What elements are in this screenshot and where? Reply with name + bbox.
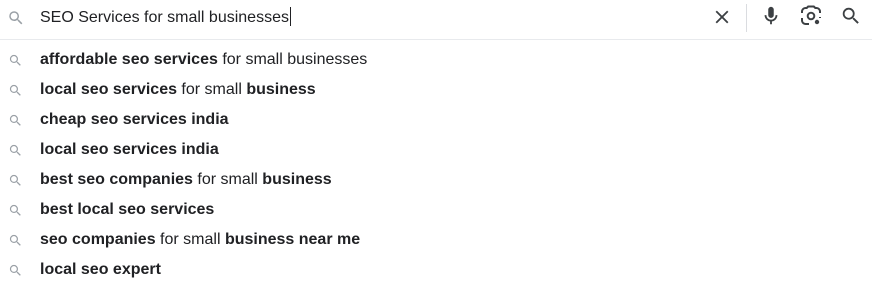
suggestion-completion-text: best local seo services xyxy=(40,201,215,218)
voice-search-button[interactable] xyxy=(758,5,784,31)
search-submit-button[interactable] xyxy=(838,5,864,31)
suggestion-completion-text: local seo services xyxy=(40,81,177,98)
search-icon xyxy=(8,173,23,188)
suggestion-matched-text: for small xyxy=(176,81,247,98)
search-icon xyxy=(8,113,23,128)
suggestion-completion-text: cheap seo services india xyxy=(40,111,229,128)
toolbar-divider xyxy=(746,4,747,32)
text-caret xyxy=(289,6,291,26)
search-icon xyxy=(8,53,23,68)
search-input[interactable]: SEO Services for small businesses xyxy=(40,6,291,29)
suggestion-text: local seo services india xyxy=(40,140,219,160)
search-query-text: SEO Services for small businesses xyxy=(40,9,289,26)
suggestion-text: cheap seo services india xyxy=(40,110,229,130)
suggestion-text: best local seo services xyxy=(40,200,214,220)
suggestion-item[interactable]: seo companies for small business near me xyxy=(0,225,872,255)
microphone-icon xyxy=(760,5,782,32)
suggestion-completion-text: best seo companies xyxy=(40,171,193,188)
suggestion-completion-text: local seo expert xyxy=(40,261,161,278)
suggestion-text: affordable seo services for small busine… xyxy=(40,50,367,70)
suggestion-item[interactable]: best local seo services xyxy=(0,195,872,225)
search-icon xyxy=(7,9,25,27)
search-icon xyxy=(840,5,862,32)
search-box[interactable]: SEO Services for small businesses xyxy=(0,0,872,40)
suggestion-completion-text: local seo services india xyxy=(40,141,219,158)
suggestion-text: best seo companies for small business xyxy=(40,170,332,190)
suggestion-completion-text: affordable seo services xyxy=(40,51,218,68)
suggestion-completion-text: business xyxy=(262,171,332,188)
search-icon xyxy=(8,233,23,248)
search-icon xyxy=(8,203,23,218)
suggestion-text: local seo services for small business xyxy=(40,80,316,100)
suggestion-item[interactable]: local seo expert xyxy=(0,255,872,285)
suggestion-item[interactable]: local seo services india xyxy=(0,135,872,165)
clear-button[interactable] xyxy=(709,6,735,32)
suggestion-completion-text: business xyxy=(246,81,316,98)
search-icon xyxy=(8,263,23,278)
suggestion-item[interactable]: cheap seo services india xyxy=(0,105,872,135)
suggestion-item[interactable]: affordable seo services for small busine… xyxy=(0,45,872,75)
suggestion-text: local seo expert xyxy=(40,260,161,280)
suggestion-list: affordable seo services for small busine… xyxy=(0,45,872,285)
suggestion-matched-text: for small xyxy=(155,231,225,248)
image-search-button[interactable] xyxy=(797,5,825,31)
suggestion-matched-text: for small xyxy=(192,171,263,188)
suggestion-completion-text: business near me xyxy=(224,231,361,248)
suggestion-text: seo companies for small business near me xyxy=(40,230,360,250)
suggestion-matched-text: for small businesses xyxy=(217,51,368,68)
close-icon xyxy=(711,6,733,33)
search-icon xyxy=(8,83,23,98)
suggestion-item[interactable]: local seo services for small business xyxy=(0,75,872,105)
google-lens-icon xyxy=(799,4,823,33)
suggestion-completion-text: seo companies xyxy=(40,231,156,248)
search-icon xyxy=(8,143,23,158)
suggestion-item[interactable]: best seo companies for small business xyxy=(0,165,872,195)
